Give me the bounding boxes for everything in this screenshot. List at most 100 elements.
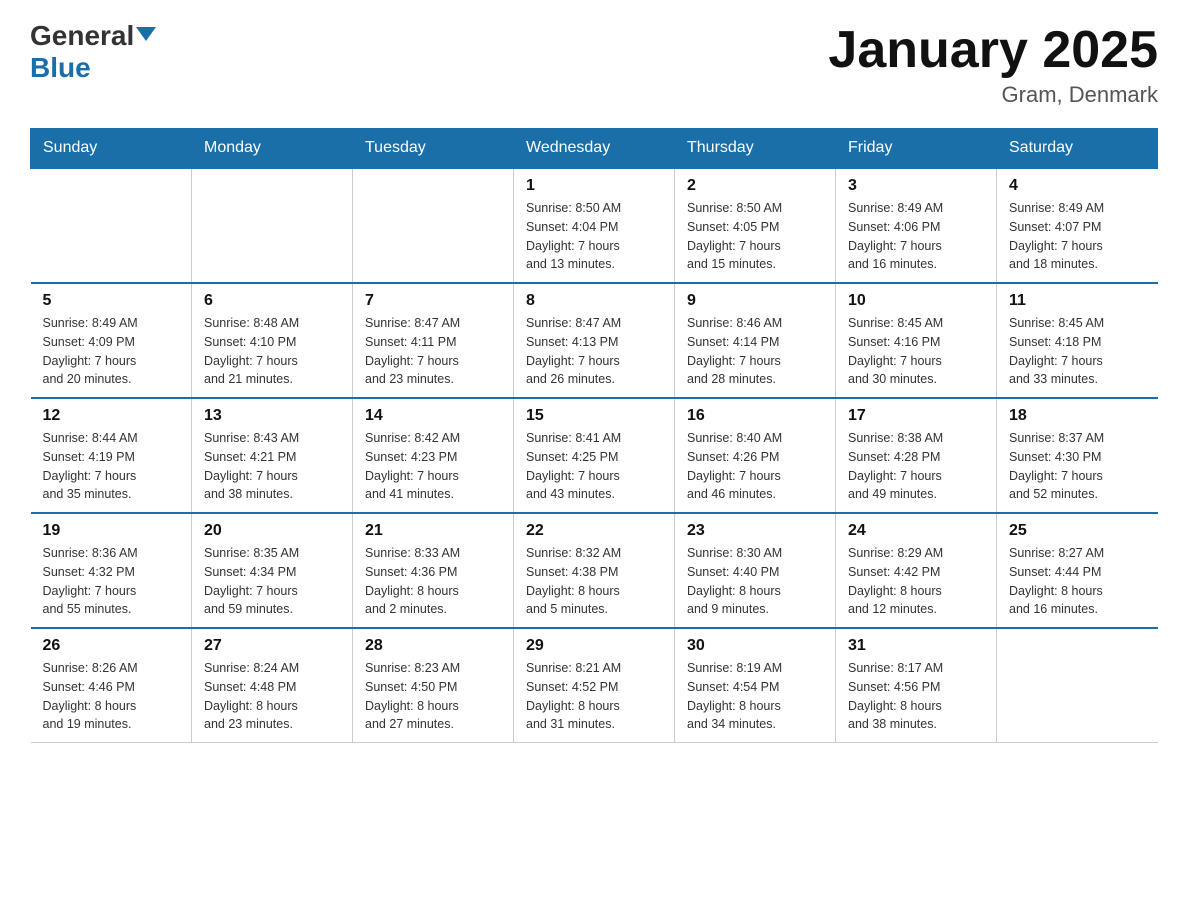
day-number: 19 — [43, 522, 180, 540]
calendar-cell: 30 Sunrise: 8:19 AMSunset: 4:54 PMDayligh… — [675, 628, 836, 743]
calendar-cell: 3 Sunrise: 8:49 AMSunset: 4:06 PMDaylight… — [836, 168, 997, 283]
day-number: 22 — [526, 522, 662, 540]
calendar-cell: 2 Sunrise: 8:50 AMSunset: 4:05 PMDaylight… — [675, 168, 836, 283]
calendar-cell: 6 Sunrise: 8:48 AMSunset: 4:10 PMDaylight… — [192, 283, 353, 398]
header-sunday: Sunday — [31, 129, 192, 169]
day-info: Sunrise: 8:36 AMSunset: 4:32 PMDaylight:… — [43, 544, 180, 619]
logo: General Blue — [30, 20, 156, 84]
day-info: Sunrise: 8:42 AMSunset: 4:23 PMDaylight:… — [365, 429, 501, 504]
logo-blue-text: Blue — [30, 52, 91, 83]
calendar-cell — [997, 628, 1158, 743]
calendar-cell: 19 Sunrise: 8:36 AMSunset: 4:32 PMDayligh… — [31, 513, 192, 628]
day-info: Sunrise: 8:17 AMSunset: 4:56 PMDaylight:… — [848, 659, 984, 734]
day-number: 4 — [1009, 177, 1146, 195]
day-number: 10 — [848, 292, 984, 310]
calendar-week-row: 12 Sunrise: 8:44 AMSunset: 4:19 PMDayligh… — [31, 398, 1158, 513]
day-info: Sunrise: 8:19 AMSunset: 4:54 PMDaylight:… — [687, 659, 823, 734]
title-block: January 2025 Gram, Denmark — [828, 20, 1158, 108]
day-info: Sunrise: 8:49 AMSunset: 4:09 PMDaylight:… — [43, 314, 180, 389]
day-number: 13 — [204, 407, 340, 425]
calendar-cell — [31, 168, 192, 283]
day-number: 24 — [848, 522, 984, 540]
day-number: 1 — [526, 177, 662, 195]
calendar-table: Sunday Monday Tuesday Wednesday Thursday… — [30, 128, 1158, 743]
calendar-week-row: 5 Sunrise: 8:49 AMSunset: 4:09 PMDaylight… — [31, 283, 1158, 398]
calendar-cell: 24 Sunrise: 8:29 AMSunset: 4:42 PMDayligh… — [836, 513, 997, 628]
calendar-cell: 12 Sunrise: 8:44 AMSunset: 4:19 PMDayligh… — [31, 398, 192, 513]
calendar-cell: 31 Sunrise: 8:17 AMSunset: 4:56 PMDayligh… — [836, 628, 997, 743]
day-info: Sunrise: 8:45 AMSunset: 4:18 PMDaylight:… — [1009, 314, 1146, 389]
calendar-cell: 7Sunrise: 8:47 AMSunset: 4:11 PMDaylight… — [353, 283, 514, 398]
day-info: Sunrise: 8:27 AMSunset: 4:44 PMDaylight:… — [1009, 544, 1146, 619]
calendar-cell: 22Sunrise: 8:32 AMSunset: 4:38 PMDayligh… — [514, 513, 675, 628]
day-number: 12 — [43, 407, 180, 425]
day-info: Sunrise: 8:49 AMSunset: 4:06 PMDaylight:… — [848, 199, 984, 274]
day-info: Sunrise: 8:50 AMSunset: 4:05 PMDaylight:… — [687, 199, 823, 274]
day-number: 2 — [687, 177, 823, 195]
calendar-cell — [353, 168, 514, 283]
day-number: 28 — [365, 637, 501, 655]
day-number: 15 — [526, 407, 662, 425]
logo-general-text: General — [30, 20, 134, 52]
calendar-cell: 10 Sunrise: 8:45 AMSunset: 4:16 PMDayligh… — [836, 283, 997, 398]
location: Gram, Denmark — [828, 82, 1158, 108]
day-info: Sunrise: 8:43 AMSunset: 4:21 PMDaylight:… — [204, 429, 340, 504]
day-info: Sunrise: 8:38 AMSunset: 4:28 PMDaylight:… — [848, 429, 984, 504]
calendar-cell: 25 Sunrise: 8:27 AMSunset: 4:44 PMDayligh… — [997, 513, 1158, 628]
header-tuesday: Tuesday — [353, 129, 514, 169]
calendar-week-row: 26Sunrise: 8:26 AMSunset: 4:46 PMDayligh… — [31, 628, 1158, 743]
calendar-cell: 8 Sunrise: 8:47 AMSunset: 4:13 PMDaylight… — [514, 283, 675, 398]
day-info: Sunrise: 8:21 AMSunset: 4:52 PMDaylight:… — [526, 659, 662, 734]
calendar-cell: 21 Sunrise: 8:33 AMSunset: 4:36 PMDayligh… — [353, 513, 514, 628]
day-info: Sunrise: 8:44 AMSunset: 4:19 PMDaylight:… — [43, 429, 180, 504]
day-info: Sunrise: 8:46 AMSunset: 4:14 PMDaylight:… — [687, 314, 823, 389]
calendar-cell: 29Sunrise: 8:21 AMSunset: 4:52 PMDayligh… — [514, 628, 675, 743]
day-number: 3 — [848, 177, 984, 195]
day-info: Sunrise: 8:47 AMSunset: 4:13 PMDaylight:… — [526, 314, 662, 389]
calendar-cell: 28Sunrise: 8:23 AMSunset: 4:50 PMDayligh… — [353, 628, 514, 743]
day-info: Sunrise: 8:40 AMSunset: 4:26 PMDaylight:… — [687, 429, 823, 504]
day-number: 27 — [204, 637, 340, 655]
calendar-cell: 23Sunrise: 8:30 AMSunset: 4:40 PMDayligh… — [675, 513, 836, 628]
day-info: Sunrise: 8:33 AMSunset: 4:36 PMDaylight:… — [365, 544, 501, 619]
header-wednesday: Wednesday — [514, 129, 675, 169]
day-info: Sunrise: 8:29 AMSunset: 4:42 PMDaylight:… — [848, 544, 984, 619]
calendar-cell: 20Sunrise: 8:35 AMSunset: 4:34 PMDayligh… — [192, 513, 353, 628]
header-saturday: Saturday — [997, 129, 1158, 169]
calendar-week-row: 1 Sunrise: 8:50 AMSunset: 4:04 PMDaylight… — [31, 168, 1158, 283]
day-number: 9 — [687, 292, 823, 310]
header-thursday: Thursday — [675, 129, 836, 169]
day-number: 25 — [1009, 522, 1146, 540]
day-info: Sunrise: 8:48 AMSunset: 4:10 PMDaylight:… — [204, 314, 340, 389]
day-number: 6 — [204, 292, 340, 310]
day-info: Sunrise: 8:37 AMSunset: 4:30 PMDaylight:… — [1009, 429, 1146, 504]
day-info: Sunrise: 8:30 AMSunset: 4:40 PMDaylight:… — [687, 544, 823, 619]
day-number: 30 — [687, 637, 823, 655]
day-info: Sunrise: 8:45 AMSunset: 4:16 PMDaylight:… — [848, 314, 984, 389]
day-number: 21 — [365, 522, 501, 540]
calendar-cell: 4 Sunrise: 8:49 AMSunset: 4:07 PMDaylight… — [997, 168, 1158, 283]
day-info: Sunrise: 8:50 AMSunset: 4:04 PMDaylight:… — [526, 199, 662, 274]
day-number: 17 — [848, 407, 984, 425]
calendar-cell — [192, 168, 353, 283]
day-number: 31 — [848, 637, 984, 655]
header-friday: Friday — [836, 129, 997, 169]
day-number: 16 — [687, 407, 823, 425]
calendar-cell: 18Sunrise: 8:37 AMSunset: 4:30 PMDayligh… — [997, 398, 1158, 513]
day-info: Sunrise: 8:26 AMSunset: 4:46 PMDaylight:… — [43, 659, 180, 734]
month-title: January 2025 — [828, 20, 1158, 80]
page-header: General Blue January 2025 Gram, Denmark — [30, 20, 1158, 108]
day-info: Sunrise: 8:24 AMSunset: 4:48 PMDaylight:… — [204, 659, 340, 734]
calendar-cell: 15Sunrise: 8:41 AMSunset: 4:25 PMDayligh… — [514, 398, 675, 513]
calendar-week-row: 19 Sunrise: 8:36 AMSunset: 4:32 PMDayligh… — [31, 513, 1158, 628]
day-number: 20 — [204, 522, 340, 540]
calendar-cell: 27 Sunrise: 8:24 AMSunset: 4:48 PMDayligh… — [192, 628, 353, 743]
day-info: Sunrise: 8:49 AMSunset: 4:07 PMDaylight:… — [1009, 199, 1146, 274]
day-number: 8 — [526, 292, 662, 310]
calendar-cell: 5 Sunrise: 8:49 AMSunset: 4:09 PMDaylight… — [31, 283, 192, 398]
day-number: 14 — [365, 407, 501, 425]
calendar-cell: 14 Sunrise: 8:42 AMSunset: 4:23 PMDayligh… — [353, 398, 514, 513]
day-number: 5 — [43, 292, 180, 310]
day-number: 11 — [1009, 292, 1146, 310]
calendar-cell: 26Sunrise: 8:26 AMSunset: 4:46 PMDayligh… — [31, 628, 192, 743]
